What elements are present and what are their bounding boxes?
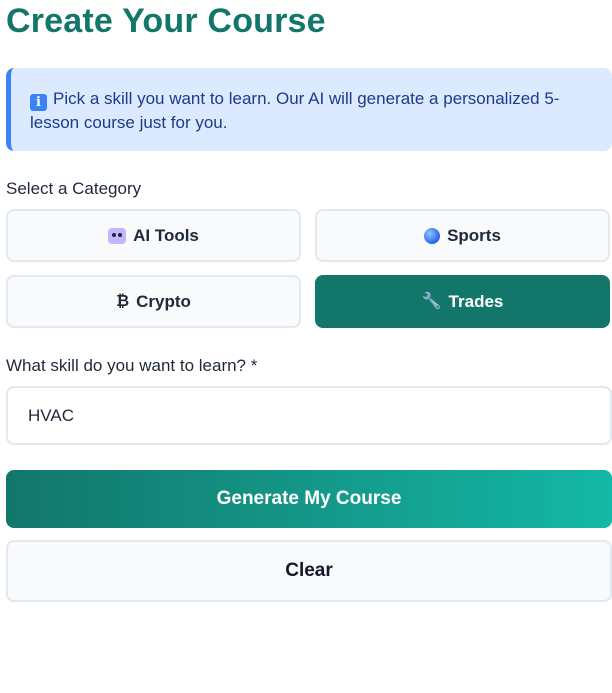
bitcoin-icon: ₿ [116,292,130,310]
globe-icon [424,227,441,244]
category-sports-label: Sports [447,225,501,245]
category-trades-label: Trades [448,291,504,311]
category-label: Select a Category [6,179,142,198]
robot-icon [108,227,127,244]
info-text: Pick a skill you want to learn. Our AI w… [30,89,560,132]
wrench-icon: 🔧 [421,292,442,310]
category-crypto-label: Crypto [136,291,191,311]
clear-button[interactable]: Clear [6,540,612,602]
category-crypto-button[interactable]: ₿ Crypto [6,275,301,328]
generate-course-button[interactable]: Generate My Course [6,470,612,528]
info-banner: i Pick a skill you want to learn. Our AI … [6,68,612,151]
info-icon: i [30,94,47,111]
category-ai-tools-button[interactable]: AI Tools [6,209,301,262]
category-ai-tools-label: AI Tools [133,225,199,245]
category-sports-button[interactable]: Sports [315,209,610,262]
page-title: Create Your Course [6,2,326,40]
category-trades-button[interactable]: 🔧 Trades [315,275,610,328]
skill-input[interactable] [6,386,612,445]
skill-label: What skill do you want to learn? * [6,356,258,375]
